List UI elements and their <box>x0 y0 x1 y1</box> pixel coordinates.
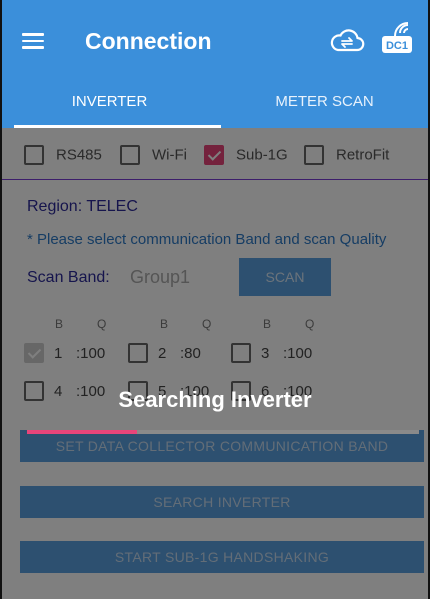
loading-progress-fill <box>27 430 137 434</box>
tab-meter-scan[interactable]: METER SCAN <box>217 80 428 128</box>
hamburger-menu-icon[interactable] <box>22 33 44 49</box>
device-badge-text: DC1 <box>386 40 408 52</box>
cloud-sync-icon[interactable] <box>329 27 365 53</box>
tab-inverter[interactable]: INVERTER <box>2 80 217 128</box>
tab-bar: INVERTER METER SCAN <box>2 80 428 128</box>
app-bar: Connection DC1 <box>2 0 428 80</box>
loading-overlay: Searching Inverter <box>2 128 428 599</box>
loading-progress-track <box>27 430 419 434</box>
app-screen: Connection DC1 INVERTER METER SCAN RS485… <box>0 0 430 599</box>
loading-message: Searching Inverter <box>118 387 312 412</box>
data-collector-wifi-icon[interactable]: DC1 <box>380 22 416 56</box>
page-title: Connection <box>85 28 212 54</box>
